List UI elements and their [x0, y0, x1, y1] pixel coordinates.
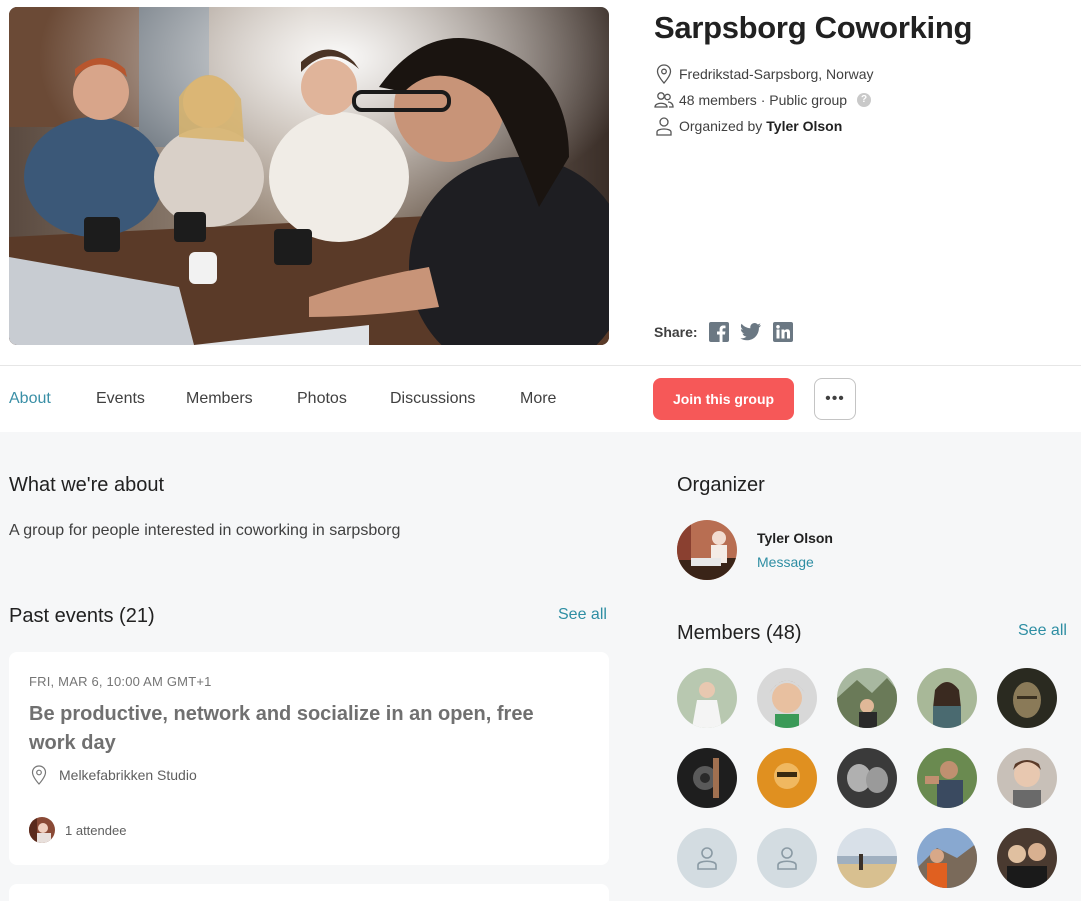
linkedin-icon[interactable] [772, 321, 794, 343]
attendee-count: 1 attendee [65, 822, 127, 838]
member-avatar[interactable] [917, 748, 977, 808]
members-count-text: 48 members · Public group [679, 92, 848, 108]
tab-about[interactable]: About [9, 390, 51, 408]
members-icon [654, 90, 674, 110]
organizer-avatar[interactable] [677, 520, 737, 580]
organized-by-label: Organized by [679, 118, 763, 134]
member-avatar[interactable] [917, 828, 977, 888]
person-icon [777, 847, 797, 870]
twitter-icon[interactable] [739, 321, 762, 343]
group-organizer-info: Organized by Tyler Olson [654, 116, 842, 136]
members-see-all-link[interactable]: See all [1018, 622, 1067, 640]
member-avatar-placeholder[interactable] [677, 828, 737, 888]
group-cover-photo [9, 7, 609, 345]
group-content: What we're about A group for people inte… [0, 432, 1081, 901]
share-section: Share: [654, 321, 794, 343]
event-date: FRI, MAR 6, 10:00 AM GMT+1 [29, 674, 212, 689]
organizer-title: Organizer [677, 474, 765, 496]
tab-more[interactable]: More [520, 390, 556, 408]
event-venue: Melkefabrikken Studio [29, 765, 197, 785]
member-avatar[interactable] [757, 668, 817, 728]
past-events-title: Past events (21) [9, 605, 155, 627]
organizer-link[interactable]: Tyler Olson [766, 118, 842, 134]
about-title: What we're about [9, 474, 165, 496]
group-members-info: 48 members · Public group ? [654, 90, 872, 110]
members-title: Members (48) [677, 622, 802, 644]
event-card[interactable] [9, 884, 609, 901]
member-avatar[interactable] [837, 828, 897, 888]
group-nav-bar: About Events Members Photos Discussions … [0, 366, 1081, 432]
group-title: Sarpsborg Coworking [654, 10, 973, 45]
event-title[interactable]: Be productive, network and socialize in … [29, 700, 569, 758]
member-avatar[interactable] [917, 668, 977, 728]
group-header: Sarpsborg Coworking Fredrikstad-Sarpsbor… [0, 0, 1081, 366]
venue-name: Melkefabrikken Studio [59, 767, 197, 783]
member-avatar[interactable] [757, 748, 817, 808]
organizer-name[interactable]: Tyler Olson [757, 530, 833, 546]
attendee-avatar [29, 817, 55, 843]
about-description: A group for people interested in coworki… [9, 522, 401, 539]
member-avatar[interactable] [997, 828, 1057, 888]
location-pin-icon [654, 64, 674, 84]
member-avatar[interactable] [677, 748, 737, 808]
member-avatar[interactable] [997, 668, 1057, 728]
tab-discussions[interactable]: Discussions [390, 390, 475, 408]
member-avatar[interactable] [837, 668, 897, 728]
more-options-button[interactable]: ••• [814, 378, 856, 420]
group-location: Fredrikstad-Sarpsborg, Norway [654, 64, 874, 84]
event-attendees: 1 attendee [29, 817, 126, 843]
member-avatar-placeholder[interactable] [757, 828, 817, 888]
tab-members[interactable]: Members [186, 390, 253, 408]
facebook-icon[interactable] [708, 321, 730, 343]
location-text: Fredrikstad-Sarpsborg, Norway [679, 66, 874, 82]
tab-events[interactable]: Events [96, 390, 145, 408]
person-icon [654, 116, 674, 136]
location-pin-icon [29, 765, 49, 785]
tab-photos[interactable]: Photos [297, 390, 347, 408]
share-label: Share: [654, 324, 698, 340]
join-group-button[interactable]: Join this group [653, 378, 794, 420]
past-events-see-all-link[interactable]: See all [558, 606, 607, 624]
message-organizer-link[interactable]: Message [757, 554, 814, 570]
member-avatar[interactable] [997, 748, 1057, 808]
member-avatar[interactable] [677, 668, 737, 728]
member-avatar[interactable] [837, 748, 897, 808]
help-icon[interactable]: ? [857, 93, 872, 107]
event-card[interactable]: FRI, MAR 6, 10:00 AM GMT+1 Be productive… [9, 652, 609, 865]
person-icon [697, 847, 717, 870]
